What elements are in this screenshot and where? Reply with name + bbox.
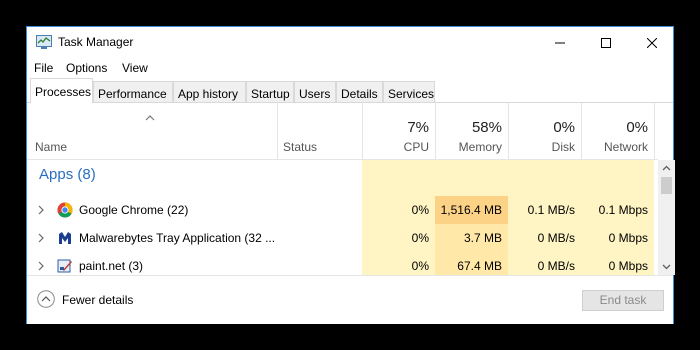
cpu-label: CPU xyxy=(403,140,429,154)
title-bar[interactable]: Task Manager xyxy=(27,27,673,58)
chevron-right-icon[interactable] xyxy=(37,233,45,243)
column-status[interactable]: Status xyxy=(277,103,362,160)
memory-cell: 1,516.4 MB xyxy=(435,196,508,224)
fewer-details-link[interactable]: Fewer details xyxy=(62,293,133,307)
end-task-button[interactable]: End task xyxy=(582,290,664,311)
column-cpu[interactable]: 7% CPU xyxy=(362,103,435,160)
column-network[interactable]: 0% Network xyxy=(581,103,654,160)
group-title: Apps (8) xyxy=(39,166,96,183)
chevron-right-icon[interactable] xyxy=(37,261,45,271)
menu-bar: File Options View xyxy=(27,58,673,78)
network-cell: 0 Mbps xyxy=(581,252,654,275)
window-title: Task Manager xyxy=(58,35,134,49)
network-percent: 0% xyxy=(626,119,648,136)
memory-percent: 58% xyxy=(471,119,502,136)
cpu-cell: 0% xyxy=(362,196,435,224)
menu-file[interactable]: File xyxy=(34,61,53,75)
disk-cell: 0.1 MB/s xyxy=(508,196,581,224)
tab-users[interactable]: Users xyxy=(294,81,336,102)
task-manager-icon xyxy=(36,35,52,49)
menu-view[interactable]: View xyxy=(122,61,148,75)
cpu-percent: 7% xyxy=(407,119,429,136)
process-name: Google Chrome (22) xyxy=(79,203,189,217)
disk-percent: 0% xyxy=(553,119,575,136)
tab-details[interactable]: Details xyxy=(336,81,383,102)
column-name[interactable]: Name xyxy=(27,103,277,160)
memory-cell: 3.7 MB xyxy=(435,224,508,252)
disk-cell: 0 MB/s xyxy=(508,252,581,275)
column-name-label: Name xyxy=(35,140,68,154)
process-row[interactable]: paint.net (3) 0% 67.4 MB 0 MB/s 0 Mbps xyxy=(27,252,658,275)
cpu-cell: 0% xyxy=(362,252,435,275)
menu-options[interactable]: Options xyxy=(66,61,107,75)
chevron-right-icon[interactable] xyxy=(37,205,45,215)
tab-startup[interactable]: Startup xyxy=(246,81,294,102)
chrome-icon xyxy=(57,202,73,218)
process-name: Malwarebytes Tray Application (32 ... xyxy=(79,231,276,245)
minimize-button[interactable] xyxy=(537,27,583,58)
column-status-label: Status xyxy=(283,140,318,154)
column-memory[interactable]: 58% Memory xyxy=(435,103,508,160)
column-disk[interactable]: 0% Disk xyxy=(508,103,581,160)
process-row[interactable]: Malwarebytes Tray Application (32 ... 0%… xyxy=(27,224,658,252)
column-divider xyxy=(654,103,655,160)
close-button[interactable] xyxy=(629,27,675,58)
footer-bar: Fewer details End task xyxy=(27,275,673,324)
tab-processes[interactable]: Processes xyxy=(30,78,93,103)
memory-label: Memory xyxy=(458,140,502,154)
memory-cell: 67.4 MB xyxy=(435,252,508,275)
maximize-icon xyxy=(601,37,611,48)
process-name: paint.net (3) xyxy=(79,259,144,273)
chevron-up-circle-icon[interactable] xyxy=(37,290,55,308)
group-memory-cell xyxy=(435,160,508,196)
column-header: Name Status 7% CPU 58% Memory 0% Disk 0%… xyxy=(27,103,658,160)
group-network-cell xyxy=(581,160,654,196)
group-row-apps[interactable]: Apps (8) xyxy=(27,160,658,196)
process-list: Apps (8) Google Chrome (22) 0% 1,516.4 M… xyxy=(27,160,658,275)
network-cell: 0.1 Mbps xyxy=(581,196,654,224)
maximize-button[interactable] xyxy=(583,27,629,58)
scroll-down-icon[interactable] xyxy=(658,258,675,275)
paint-net-icon xyxy=(57,259,72,273)
cpu-cell: 0% xyxy=(362,224,435,252)
tab-app-history[interactable]: App history xyxy=(173,81,246,102)
scroll-up-icon[interactable] xyxy=(658,160,675,177)
group-disk-cell xyxy=(508,160,581,196)
scrollbar-thumb[interactable] xyxy=(661,177,672,194)
disk-cell: 0 MB/s xyxy=(508,224,581,252)
task-manager-window: Task Manager File Options View Processes… xyxy=(26,26,675,324)
network-label: Network xyxy=(603,140,648,154)
group-cpu-cell xyxy=(362,160,435,196)
malwarebytes-icon xyxy=(59,232,71,244)
tab-strip: Processes Performance App history Startu… xyxy=(27,78,673,103)
tab-performance[interactable]: Performance xyxy=(93,81,173,102)
sort-up-icon xyxy=(145,115,155,121)
disk-label: Disk xyxy=(551,140,575,154)
vertical-scrollbar[interactable] xyxy=(658,160,675,275)
network-cell: 0 Mbps xyxy=(581,224,654,252)
tab-services[interactable]: Services xyxy=(383,81,435,102)
close-icon xyxy=(647,37,657,48)
minimize-icon xyxy=(555,42,565,43)
process-row[interactable]: Google Chrome (22) 0% 1,516.4 MB 0.1 MB/… xyxy=(27,196,658,224)
